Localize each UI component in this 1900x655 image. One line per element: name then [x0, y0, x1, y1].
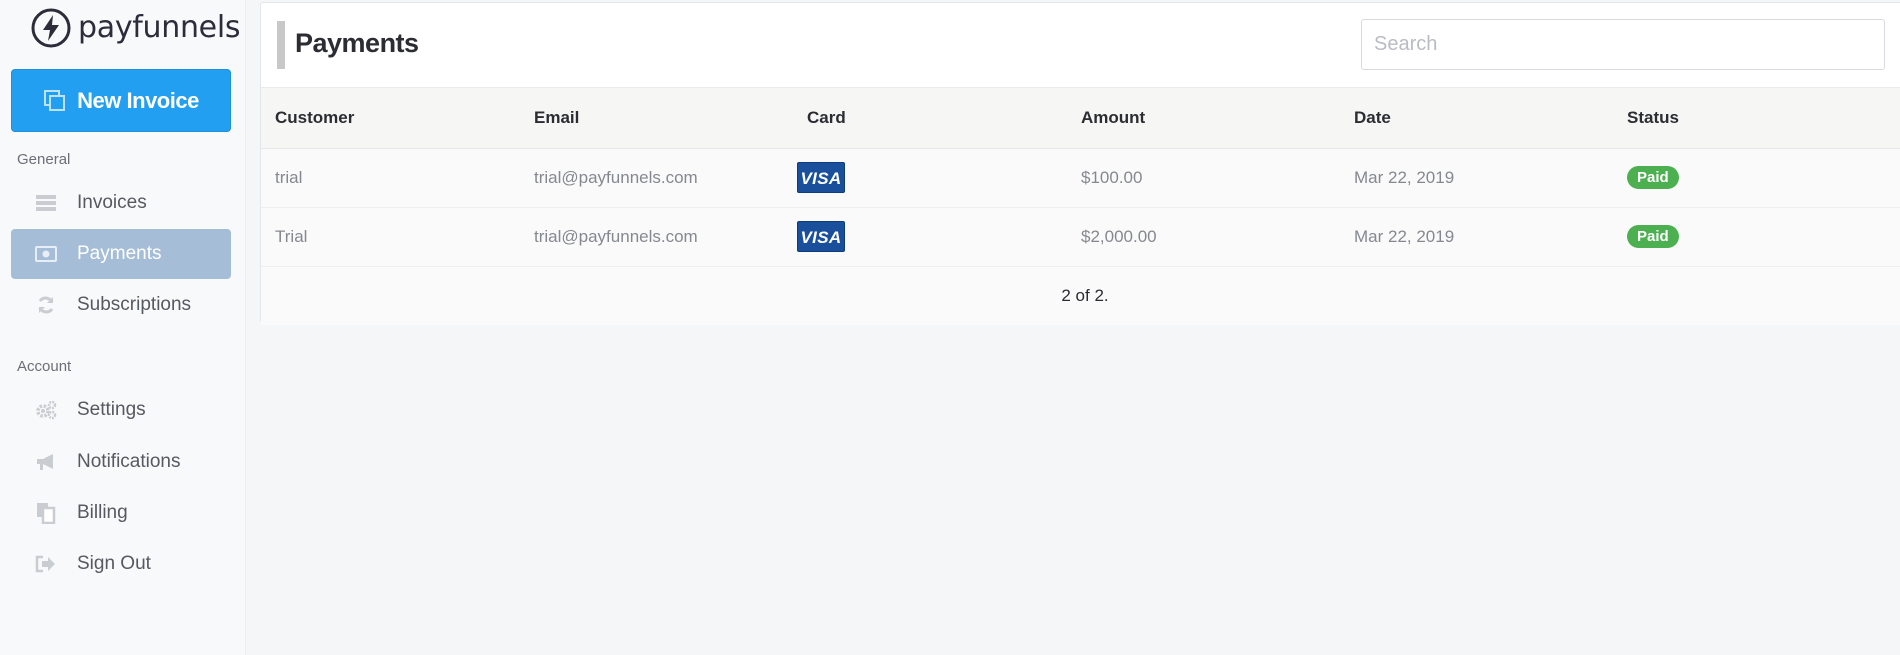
status-badge: Paid	[1627, 166, 1679, 189]
cell-date: Mar 22, 2019	[1354, 167, 1455, 187]
cell-email: trial@payfunnels.com	[534, 167, 698, 187]
cell-status: Paid	[1627, 148, 1900, 207]
sidebar-item-sign-out[interactable]: Sign Out	[11, 539, 231, 589]
column-header-customer[interactable]: Customer	[261, 88, 534, 148]
sidebar-item-subscriptions[interactable]: Subscriptions	[11, 280, 231, 330]
sidebar-item-label: Sign Out	[77, 553, 151, 574]
money-icon	[35, 243, 57, 265]
status-badge: Paid	[1627, 225, 1679, 248]
cell-email: trial@payfunnels.com	[534, 226, 698, 246]
section-label-general: General	[17, 151, 71, 168]
brand-name: payfunnels	[78, 10, 241, 45]
sidebar-item-notifications[interactable]: Notifications	[11, 437, 231, 487]
title-accent-bar	[277, 21, 285, 69]
cell-status: Paid	[1627, 207, 1900, 266]
visa-card-icon: VISA	[797, 162, 845, 193]
panel-header: Payments	[261, 3, 1900, 88]
visa-card-icon: VISA	[797, 221, 845, 252]
new-invoice-label: New Invoice	[77, 87, 199, 113]
sidebar: payfunnels New Invoice General Invoices	[0, 0, 246, 655]
sign-out-icon	[35, 553, 57, 575]
column-header-status[interactable]: Status	[1627, 88, 1900, 148]
sidebar-item-invoices[interactable]: Invoices	[11, 178, 231, 228]
list-icon	[35, 192, 57, 214]
lightning-bolt-icon	[31, 8, 71, 47]
section-label-account: Account	[17, 358, 72, 375]
cell-customer: trial	[275, 167, 303, 187]
sidebar-item-settings[interactable]: Settings	[11, 385, 231, 435]
sidebar-item-label: Payments	[77, 243, 162, 264]
sidebar-item-label: Settings	[77, 399, 146, 420]
sidebar-item-label: Invoices	[77, 192, 147, 213]
page-title: Payments	[295, 28, 419, 58]
sidebar-item-billing[interactable]: Billing	[11, 488, 231, 538]
documents-icon	[35, 502, 57, 524]
sidebar-item-label: Subscriptions	[77, 294, 192, 315]
payments-table: Customer Email Card Amount Date Status t…	[261, 88, 1900, 267]
cell-date: Mar 22, 2019	[1354, 226, 1455, 246]
column-header-email[interactable]: Email	[534, 88, 797, 148]
column-header-date[interactable]: Date	[1354, 88, 1627, 148]
cell-amount: $100.00	[1081, 167, 1143, 187]
table-row[interactable]: trial trial@payfunnels.com VISA $100.00 …	[261, 148, 1900, 207]
new-invoice-button[interactable]: New Invoice	[11, 69, 231, 132]
cell-card: VISA	[797, 148, 1081, 207]
column-header-card[interactable]: Card	[797, 88, 1081, 148]
payments-panel: Payments Customer Email Card Amount Date…	[260, 2, 1900, 325]
sidebar-item-label: Notifications	[77, 451, 181, 472]
table-header-row: Customer Email Card Amount Date Status	[261, 88, 1900, 148]
main-content: Payments Customer Email Card Amount Date…	[246, 0, 1900, 655]
gears-icon	[35, 399, 57, 421]
copy-icon	[44, 89, 66, 111]
app: payfunnels New Invoice General Invoices	[0, 0, 1900, 655]
cell-amount: $2,000.00	[1081, 226, 1157, 246]
cell-customer: Trial	[275, 226, 308, 246]
brand-logo[interactable]: payfunnels	[0, 0, 245, 50]
table-row[interactable]: Trial trial@payfunnels.com VISA $2,000.0…	[261, 207, 1900, 266]
megaphone-icon	[35, 451, 57, 473]
cell-card: VISA	[797, 207, 1081, 266]
sidebar-item-payments[interactable]: Payments	[11, 229, 231, 279]
column-header-amount[interactable]: Amount	[1081, 88, 1354, 148]
sidebar-item-label: Billing	[77, 502, 128, 523]
refresh-icon	[35, 294, 57, 316]
search-input[interactable]	[1361, 19, 1885, 70]
pagination-summary: 2 of 2.	[261, 266, 1900, 325]
